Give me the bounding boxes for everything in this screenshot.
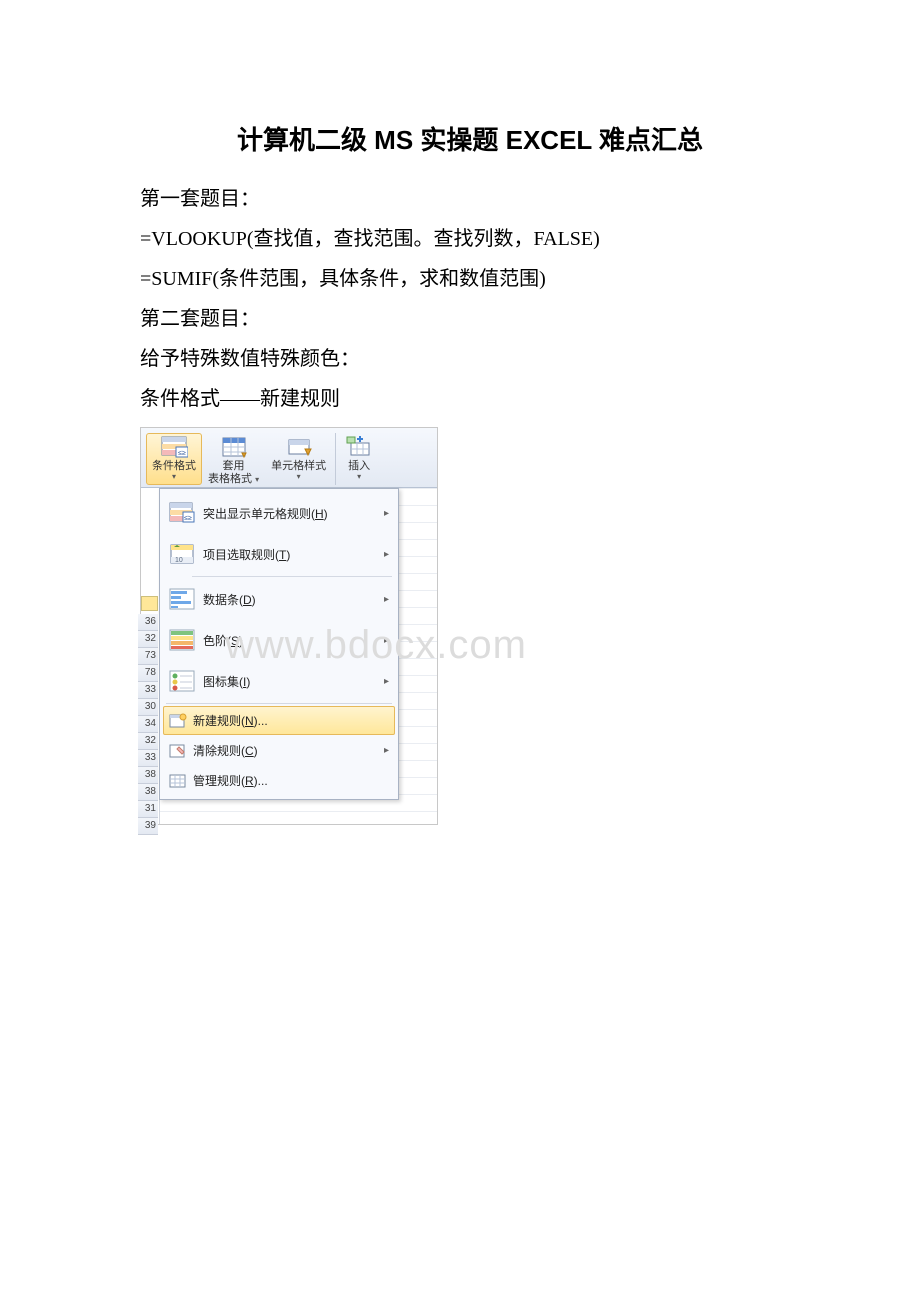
row-header[interactable]: 33: [138, 682, 158, 699]
insert-button[interactable]: 插入 ▾: [339, 433, 379, 485]
row-header[interactable]: 32: [138, 631, 158, 648]
menu-top-bottom-rules[interactable]: 10 项目选取规则(T) ▸: [163, 534, 395, 574]
format-as-table-button[interactable]: 套用 表格格式 ▾: [202, 433, 265, 485]
insert-cells-icon: [345, 435, 373, 459]
table-format-icon: [220, 435, 248, 459]
text-line-6: 条件格式——新建规则: [140, 379, 800, 419]
conditional-format-dropdown: ≤≥ 突出显示单元格规则(H) ▸ 10 项目选取规则(T) ▸: [159, 488, 399, 800]
ribbon-separator: [335, 433, 336, 485]
svg-text:≤≥: ≤≥: [178, 450, 186, 457]
chevron-right-icon: ▸: [376, 594, 389, 605]
menu-label: 数据条(D): [203, 591, 376, 608]
menu-label: 管理规则(R)...: [193, 772, 389, 789]
row-header[interactable]: 39: [138, 818, 158, 835]
highlight-rules-icon: ≤≥: [169, 502, 195, 524]
row-header[interactable]: 30: [138, 699, 158, 716]
menu-new-rule[interactable]: 新建规则(N)...: [163, 706, 395, 735]
excel-screenshot: ≤≥ 条件格式 ▾ 套用 表格格式 ▾ 单元格: [140, 427, 438, 825]
dropdown-arrow-icon: ▾: [172, 473, 176, 481]
text-line-2: =VLOOKUP(查找值，查找范围。查找列数，FALSE): [140, 219, 800, 259]
chevron-right-icon: ▸: [376, 745, 389, 756]
text-line-4: 第二套题目：: [140, 299, 800, 339]
chevron-right-icon: ▸: [376, 635, 389, 646]
menu-label: 新建规则(N)...: [193, 712, 389, 729]
new-rule-icon: [169, 713, 187, 729]
menu-label: 图标集(I): [203, 673, 376, 690]
text-line-1: 第一套题目：: [140, 179, 800, 219]
menu-clear-rules[interactable]: 清除规则(C) ▸: [163, 736, 395, 765]
ribbon-bar: ≤≥ 条件格式 ▾ 套用 表格格式 ▾ 单元格: [141, 428, 437, 488]
menu-label: 色阶(S): [203, 632, 376, 649]
menu-label: 项目选取规则(T): [203, 546, 376, 563]
menu-color-scales[interactable]: 色阶(S) ▸: [163, 620, 395, 660]
color-scales-icon: [169, 629, 195, 651]
row-header[interactable]: 32: [138, 733, 158, 750]
svg-text:≤≥: ≤≥: [184, 515, 192, 522]
row-header[interactable]: 31: [138, 801, 158, 818]
selected-cell-highlight: [141, 596, 158, 611]
top-rules-icon: 10: [169, 543, 195, 565]
text-line-5: 给予特殊数值特殊颜色：: [140, 339, 800, 379]
menu-data-bars[interactable]: 数据条(D) ▸: [163, 579, 395, 619]
row-header[interactable]: 78: [138, 665, 158, 682]
chevron-right-icon: ▸: [376, 676, 389, 687]
menu-icon-sets[interactable]: 图标集(I) ▸: [163, 661, 395, 701]
conditional-format-icon: ≤≥: [160, 435, 188, 459]
icon-sets-icon: [169, 670, 195, 692]
menu-separator: [192, 576, 392, 577]
sheet-area: 36 32 73 78 33 30 34 32 33 38 38 31 39: [141, 488, 437, 824]
menu-manage-rules[interactable]: 管理规则(R)...: [163, 766, 395, 795]
text-line-3: =SUMIF(条件范围，具体条件，求和数值范围): [140, 259, 800, 299]
manage-rules-icon: [169, 773, 187, 789]
dropdown-arrow-icon: ▾: [357, 473, 361, 481]
table-fmt-label2: 表格格式 ▾: [208, 473, 259, 486]
row-header[interactable]: 38: [138, 767, 158, 784]
conditional-format-button[interactable]: ≤≥ 条件格式 ▾: [146, 433, 202, 485]
row-header[interactable]: 34: [138, 716, 158, 733]
cell-styles-button[interactable]: 单元格样式 ▾: [265, 433, 332, 485]
row-header[interactable]: 36: [138, 614, 158, 631]
svg-text:10: 10: [175, 557, 183, 564]
cell-styles-icon: [285, 435, 313, 459]
menu-highlight-cells-rules[interactable]: ≤≥ 突出显示单元格规则(H) ▸: [163, 493, 395, 533]
row-headers: 36 32 73 78 33 30 34 32 33 38 38 31 39: [138, 614, 158, 835]
row-header[interactable]: 73: [138, 648, 158, 665]
cell-styles-label: 单元格样式: [271, 460, 326, 473]
doc-title: 计算机二级 MS 实操题 EXCEL 难点汇总: [140, 120, 800, 157]
row-header[interactable]: 33: [138, 750, 158, 767]
cond-fmt-label: 条件格式: [152, 460, 196, 473]
chevron-right-icon: ▸: [376, 549, 389, 560]
chevron-right-icon: ▸: [376, 508, 389, 519]
dropdown-arrow-icon: ▾: [297, 473, 301, 481]
table-fmt-label1: 套用: [223, 460, 245, 473]
row-header[interactable]: 38: [138, 784, 158, 801]
menu-label: 突出显示单元格规则(H): [203, 505, 376, 522]
menu-separator: [166, 703, 392, 704]
insert-label: 插入: [348, 460, 370, 473]
menu-label: 清除规则(C): [193, 742, 376, 759]
data-bars-icon: [169, 588, 195, 610]
clear-rules-icon: [169, 743, 187, 759]
